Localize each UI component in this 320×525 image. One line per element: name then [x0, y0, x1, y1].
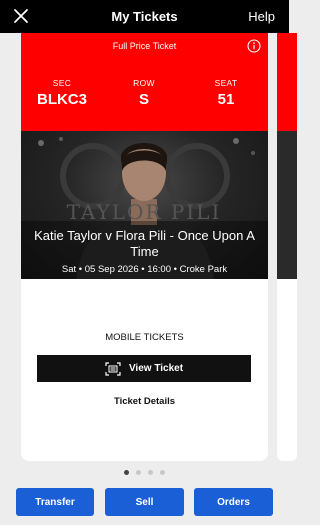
page-title: My Tickets	[111, 9, 178, 24]
info-icon[interactable]	[247, 39, 261, 53]
ticket-details-link[interactable]: Ticket Details	[21, 396, 268, 407]
top-bar: My Tickets Help	[0, 0, 289, 33]
price-type: Full Price Ticket	[112, 41, 177, 51]
ticket-scan-icon	[105, 361, 121, 376]
ticket-card[interactable]: Full Price Ticket SEC BLKC3 ROW S SEAT 5…	[21, 33, 268, 461]
page-dot[interactable]	[148, 470, 153, 475]
pagination-dots	[124, 470, 165, 475]
next-ticket-image	[277, 131, 297, 279]
row-value: S	[138, 91, 149, 108]
svg-text:TAYLOR PILI: TAYLOR PILI	[67, 200, 222, 224]
page-dot[interactable]	[124, 470, 129, 475]
orders-button[interactable]: Orders	[194, 488, 273, 516]
view-ticket-label: View Ticket	[128, 363, 184, 374]
sell-button[interactable]: Sell	[105, 488, 184, 516]
event-title: Katie Taylor v Flora Pili - Once Upon A …	[34, 228, 255, 259]
mobile-tickets-label: MOBILE TICKETS	[105, 332, 184, 343]
section-label: SEC	[52, 78, 72, 88]
section-block: SEC BLKC3	[27, 78, 97, 108]
next-ticket-header	[277, 33, 297, 131]
seat-value: 51	[217, 91, 235, 108]
view-ticket-button[interactable]: View Ticket	[37, 355, 251, 382]
event-image: TAYLOR PILI Katie Taylor v Flora Pili - …	[21, 131, 268, 279]
event-meta: Sat • 05 Sep 2026 • 16:00 • Croke Park	[61, 264, 228, 275]
seat-block: SEAT 51	[191, 78, 261, 108]
page-dot[interactable]	[160, 470, 165, 475]
ticket-header: Full Price Ticket SEC BLKC3 ROW S SEAT 5…	[21, 33, 268, 131]
section-value: BLKC3	[36, 91, 87, 108]
help-link[interactable]: Help	[248, 9, 275, 24]
row-block: ROW S	[109, 78, 179, 108]
transfer-button[interactable]: Transfer	[16, 488, 94, 516]
row-label: ROW	[133, 78, 155, 88]
page-dot[interactable]	[136, 470, 141, 475]
next-ticket-card[interactable]	[277, 33, 297, 461]
seat-label: SEAT	[214, 78, 238, 88]
